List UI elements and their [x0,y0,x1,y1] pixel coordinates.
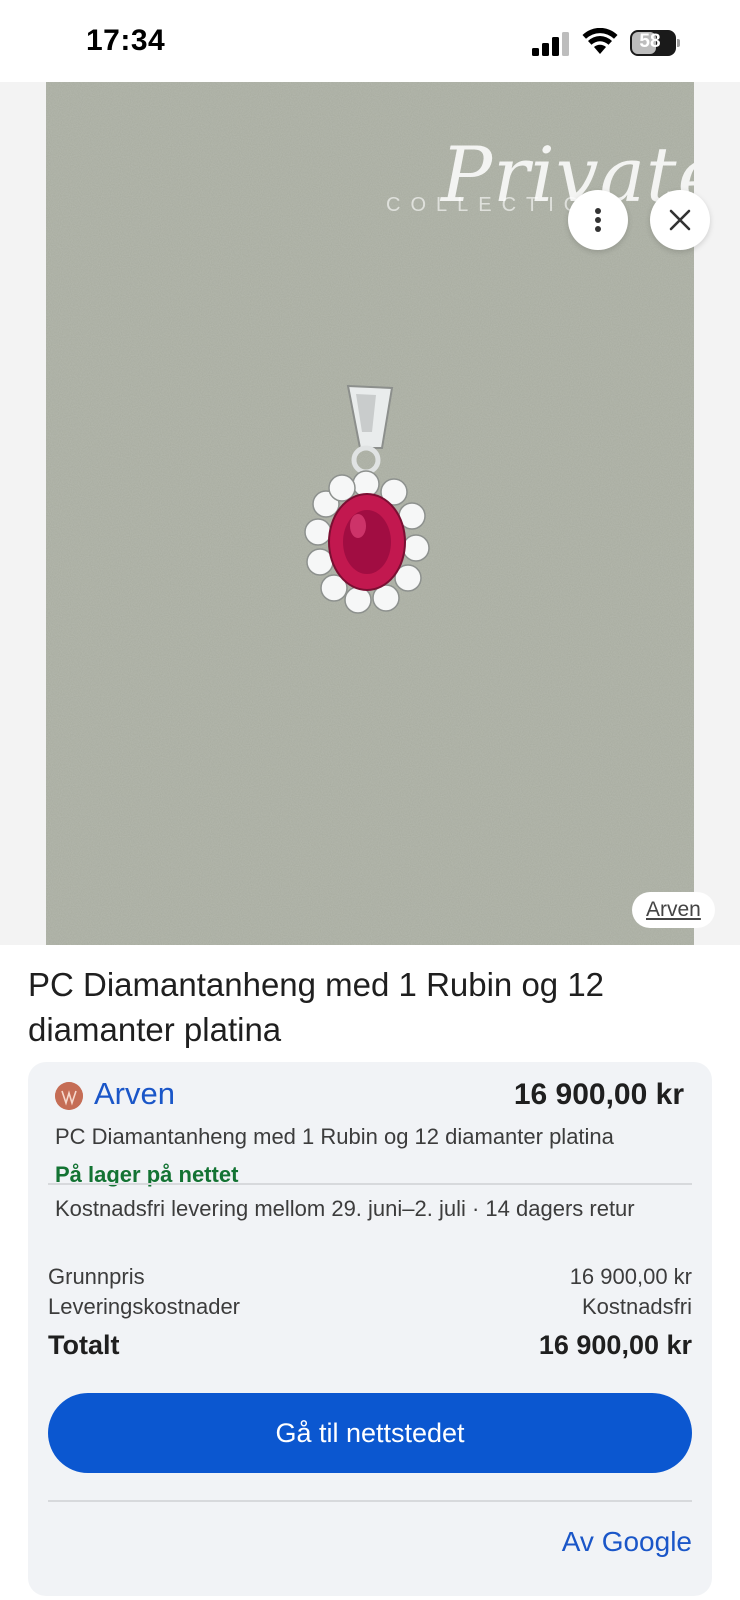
product-title: PC Diamantanheng med 1 Rubin og 12 diama… [28,966,605,1048]
cellular-signal-icon [532,32,569,56]
offer-price: 16 900,00 kr [513,1078,684,1111]
by-google-link[interactable]: Av Google [562,1526,692,1558]
merchant-name-link[interactable]: Arven [94,1076,175,1112]
go-to-website-button[interactable]: Gå til nettstedet [48,1393,692,1473]
wifi-icon [582,28,618,54]
ruby-pendant-illustration [304,384,430,614]
image-viewer: Private COLLECTION [0,82,740,945]
base-price-value: 16 900,00 kr [569,1264,692,1289]
divider [48,1500,692,1502]
delivery-info: Kostnadsfri levering mellom 29. juni–2. … [55,1196,635,1221]
shipping-cost-value: Kostnadsfri [581,1294,692,1319]
close-button[interactable] [650,190,710,250]
close-icon [669,209,691,231]
offer-description: PC Diamantanheng med 1 Rubin og 12 diama… [55,1124,614,1149]
status-time: 17:34 [86,24,166,57]
battery-icon: 58 [630,30,680,56]
total-label: Totalt [48,1330,120,1360]
merchant-logo-icon [55,1082,83,1110]
status-bar: 17:34 58 [0,0,740,82]
shipping-cost-label: Leveringskostnader [48,1294,241,1319]
divider [48,1183,692,1185]
battery-percent: 58 [639,31,661,52]
image-source-link[interactable]: Arven [632,892,715,928]
more-options-button[interactable] [568,190,628,250]
base-price-label: Grunnpris [48,1264,145,1289]
more-vert-icon [595,208,601,232]
offer-card: Arven 16 900,00 kr PC Diamantanheng med … [28,1062,712,1596]
total-value: 16 900,00 kr [538,1330,692,1360]
